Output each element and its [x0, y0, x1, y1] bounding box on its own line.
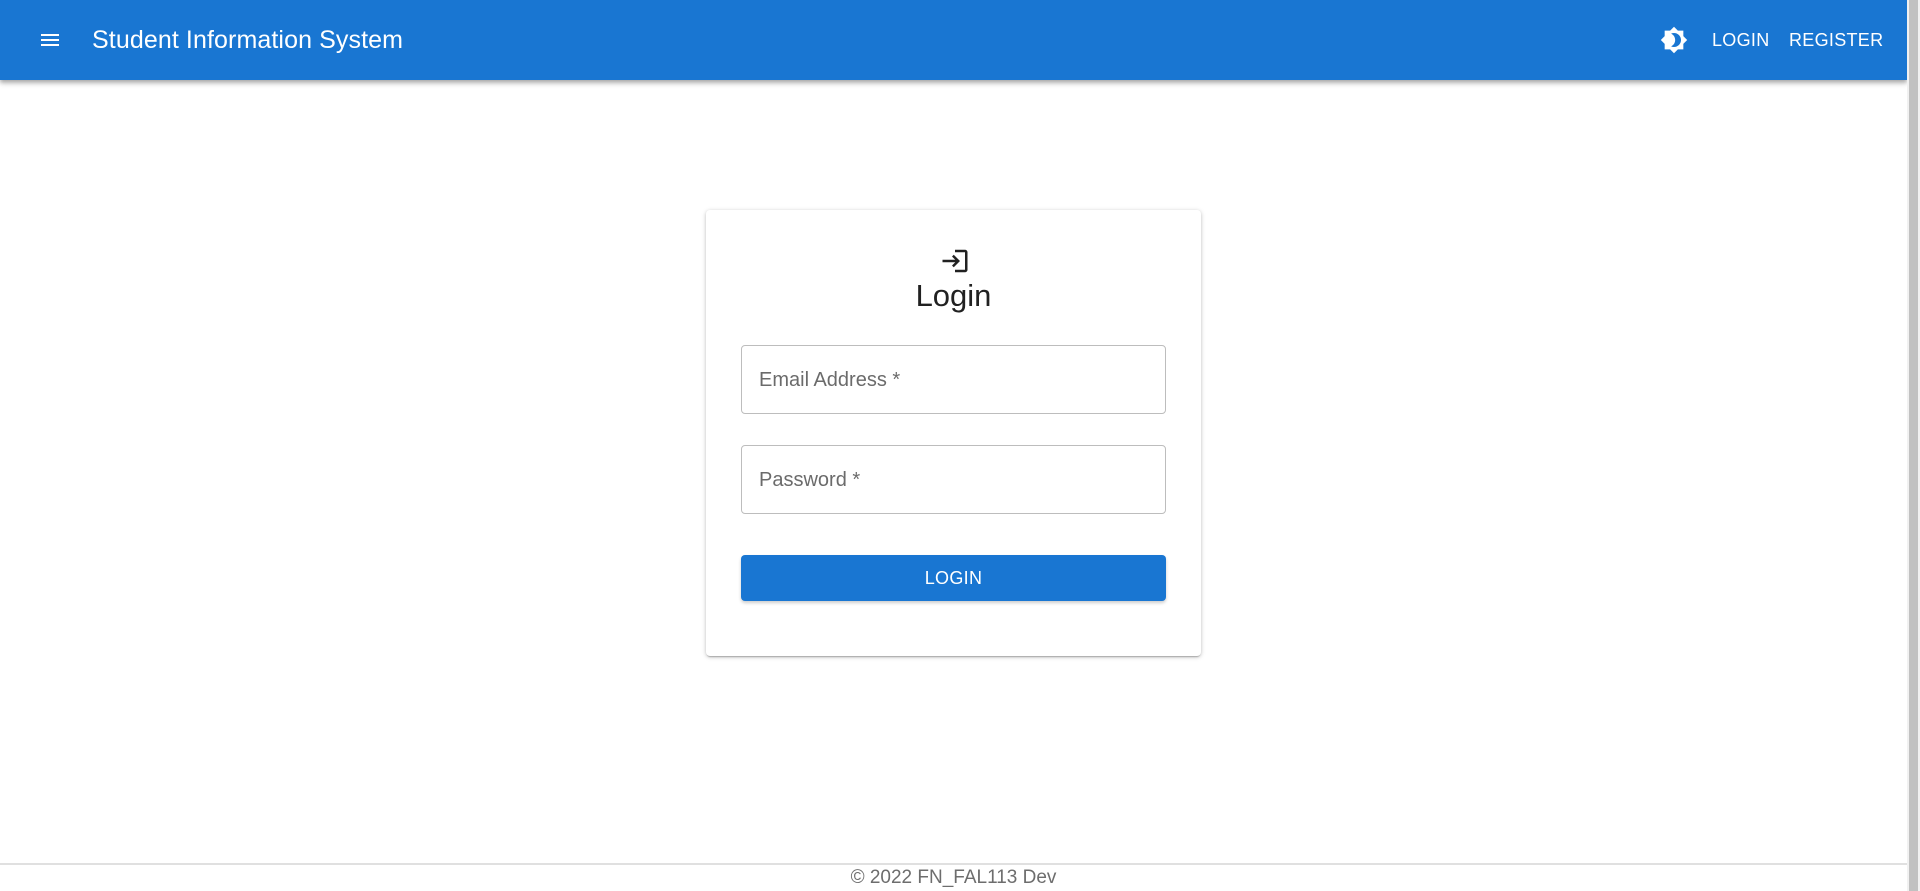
- password-field-label: Password *: [759, 469, 861, 491]
- menu-icon: [41, 34, 59, 46]
- brightness-icon: [1660, 26, 1688, 54]
- login-title: Login: [915, 278, 992, 313]
- footer: © 2022 FN_FAL113 Dev: [0, 863, 1907, 891]
- login-card: Login Email Address * Password * LOGIN: [706, 210, 1201, 656]
- theme-toggle-button[interactable]: [1654, 20, 1694, 60]
- scrollbar-thumb[interactable]: [1909, 0, 1918, 891]
- footer-copyright: © 2022 FN_FAL113 Dev: [850, 867, 1057, 888]
- app-bar: Student Information System LOGIN REGISTE…: [0, 0, 1907, 80]
- password-field[interactable]: Password *: [741, 445, 1166, 514]
- email-field[interactable]: Email Address *: [741, 345, 1166, 414]
- menu-button[interactable]: [30, 20, 70, 60]
- login-submit-button[interactable]: LOGIN: [741, 555, 1166, 601]
- nav-register-button[interactable]: REGISTER: [1789, 26, 1883, 54]
- page: Student Information System LOGIN REGISTE…: [0, 0, 1907, 891]
- email-field-label: Email Address *: [759, 369, 901, 391]
- nav-login-button[interactable]: LOGIN: [1712, 26, 1770, 54]
- vertical-scrollbar[interactable]: [1907, 0, 1920, 891]
- login-icon: [942, 249, 968, 273]
- app-title: Student Information System: [92, 26, 404, 54]
